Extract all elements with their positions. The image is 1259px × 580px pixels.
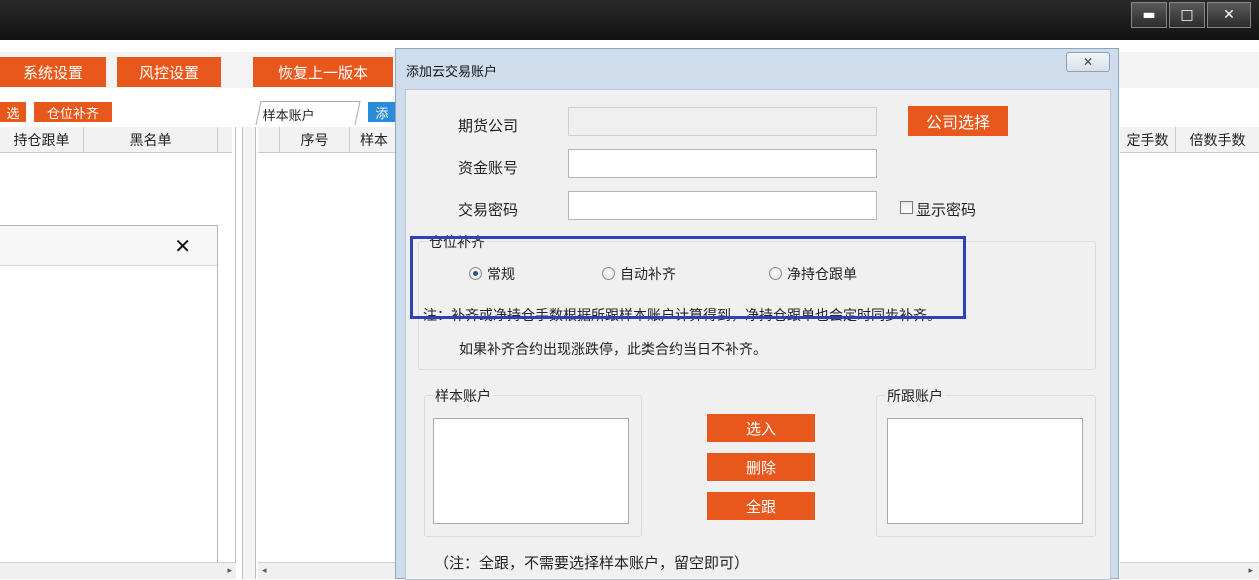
- show-password-label: 显示密码: [916, 201, 977, 219]
- trade-password-label: 交易密码: [458, 201, 519, 219]
- risk-settings-button[interactable]: 风控设置: [117, 57, 221, 87]
- fund-account-field[interactable]: [568, 149, 877, 178]
- column-header[interactable]: 黑名单: [84, 127, 218, 153]
- fund-account-label: 资金账号: [458, 159, 519, 177]
- system-settings-button[interactable]: 系统设置: [0, 57, 106, 87]
- follow-all-note: （注：全跟，不需要选择样本账户，留空即可）: [434, 554, 750, 572]
- select-in-button[interactable]: 选入: [707, 414, 815, 442]
- sample-account-group: 样本账户: [424, 386, 642, 537]
- column-header: [258, 127, 280, 153]
- followed-account-list[interactable]: [887, 418, 1083, 524]
- restore-version-button[interactable]: 恢复上一版本: [253, 57, 393, 87]
- maximize-button[interactable]: □: [1169, 2, 1205, 28]
- scroll-right-icon[interactable]: ▸: [1248, 566, 1253, 576]
- dialog-body: 期货公司 公司选择 资金账号 交易密码 显示密码 仓位补齐 常规 自动补齐 净持…: [405, 89, 1111, 580]
- horizontal-scrollbar[interactable]: ◂: [258, 562, 398, 579]
- minimize-button[interactable]: ▬: [1131, 2, 1167, 28]
- horizontal-scrollbar[interactable]: ▸: [0, 562, 236, 579]
- futures-company-label: 期货公司: [458, 117, 519, 135]
- tab-sample-account-label: 样本账户: [262, 109, 315, 124]
- follow-all-button[interactable]: 全跟: [707, 492, 815, 520]
- highlight-annotation: [410, 236, 966, 319]
- column-header[interactable]: 倍数手数: [1176, 127, 1259, 153]
- window-controls: ▬ □ ✕: [1129, 2, 1251, 28]
- horizontal-scrollbar[interactable]: ▸: [1120, 562, 1259, 579]
- trade-password-field[interactable]: [568, 191, 877, 220]
- sample-account-group-title: 样本账户: [433, 386, 493, 406]
- futures-company-field[interactable]: [568, 107, 877, 136]
- close-icon[interactable]: ✕: [174, 234, 191, 258]
- dialog-title: 添加云交易账户: [406, 65, 498, 80]
- sub-panel: ✕: [0, 225, 218, 575]
- dialog-close-button[interactable]: ✕: [1066, 52, 1110, 72]
- tab-add[interactable]: 添: [368, 102, 396, 122]
- scroll-left-icon[interactable]: ◂: [262, 566, 267, 576]
- window-title-bar: ▬ □ ✕: [0, 0, 1259, 40]
- window-close-button[interactable]: ✕: [1207, 2, 1251, 28]
- column-header[interactable]: 持仓跟单: [0, 127, 84, 153]
- followed-account-group: 所跟账户: [876, 386, 1096, 537]
- scroll-right-icon[interactable]: ▸: [227, 566, 232, 576]
- center-table-header: 序号 样本: [258, 127, 398, 153]
- sample-account-list[interactable]: [433, 418, 629, 524]
- note-line-2: 如果补齐合约出现涨跌停，此类合约当日不补齐。: [459, 342, 767, 358]
- filter-button[interactable]: 选: [0, 102, 26, 122]
- tab-sample-account[interactable]: 样本账户: [255, 101, 361, 125]
- show-password-checkbox[interactable]: [900, 201, 913, 214]
- splitter[interactable]: [242, 127, 256, 579]
- column-header[interactable]: 序号: [280, 127, 350, 153]
- column-header[interactable]: 样本: [350, 127, 398, 153]
- position-fill-button[interactable]: 仓位补齐: [34, 102, 112, 122]
- sub-panel-header: ✕: [0, 226, 217, 266]
- column-header[interactable]: 定手数: [1120, 127, 1176, 153]
- company-select-button[interactable]: 公司选择: [908, 106, 1008, 136]
- left-table-header: 持仓跟单 黑名单: [0, 127, 232, 153]
- right-table-header: 定手数 倍数手数: [1120, 127, 1259, 153]
- delete-button[interactable]: 删除: [707, 453, 815, 481]
- followed-account-group-title: 所跟账户: [885, 386, 945, 406]
